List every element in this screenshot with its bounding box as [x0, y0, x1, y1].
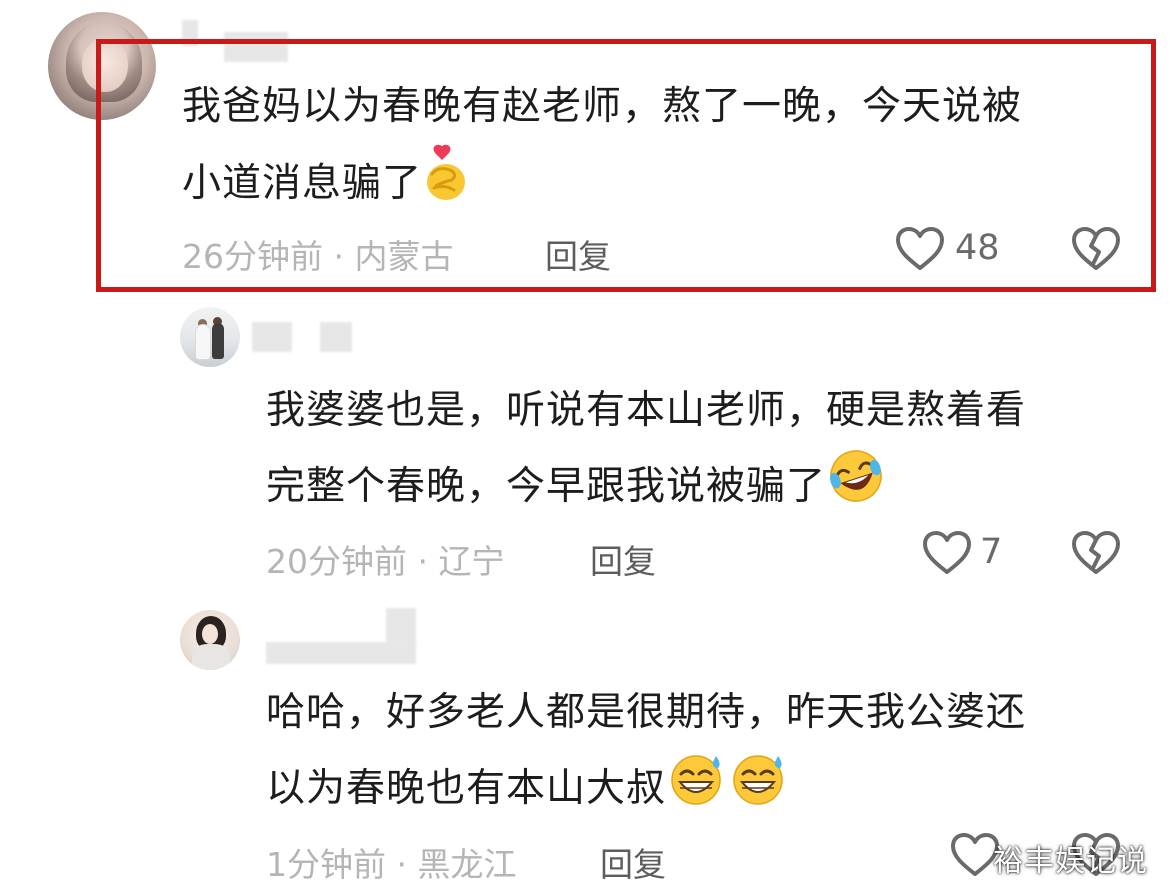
- finger-heart-emoji: [422, 144, 468, 227]
- comment-meta: 20分钟前 · 辽宁: [266, 535, 504, 583]
- broken-heart-icon: [1071, 227, 1121, 276]
- comment-meta: 26分钟前 · 内蒙古: [182, 230, 453, 278]
- comment-location: 内蒙古: [354, 237, 454, 276]
- comment-time: 20分钟前: [266, 542, 407, 581]
- avatar[interactable]: [180, 610, 240, 670]
- username-blurred[interactable]: [386, 608, 416, 644]
- grinning-sweat-emoji: [728, 750, 790, 831]
- comment-time: 1分钟前: [266, 845, 386, 884]
- comment-meta: 1分钟前 · 黑龙江: [266, 838, 516, 886]
- comment-line: 我爸妈以为春晚有赵老师，熬了一晚，今天说被: [182, 84, 1023, 129]
- meta-separator: ·: [323, 237, 355, 276]
- comment-time: 26分钟前: [182, 237, 323, 276]
- meta-separator: ·: [407, 542, 439, 581]
- watermark: 裕丰娱记说: [993, 844, 1148, 879]
- like-count: 48: [955, 228, 1000, 268]
- broken-heart-icon: [1071, 531, 1121, 580]
- reply-button[interactable]: 回复: [590, 535, 656, 583]
- like-button[interactable]: [895, 226, 945, 276]
- rolling-laughing-emoji: [826, 448, 886, 529]
- comment-line: 小道消息骗了: [182, 144, 1022, 227]
- comment-line: 以为春晚也有本山大叔: [266, 750, 1026, 831]
- comment-text: 我爸妈以为春晚有赵老师，熬了一晚，今天说被 小道消息骗了: [182, 70, 1022, 227]
- comment-line: 哈哈，好多老人都是很期待，昨天我公婆还: [266, 690, 1027, 735]
- username-blurred[interactable]: [252, 322, 292, 352]
- grinning-sweat-emoji: [666, 750, 728, 831]
- dislike-button[interactable]: [1071, 226, 1121, 276]
- comment-location: 辽宁: [438, 542, 505, 581]
- heart-outline-icon: [895, 227, 945, 276]
- meta-separator: ·: [386, 845, 418, 884]
- reply-button[interactable]: 回复: [600, 838, 666, 886]
- comment-line: 完整个春晚，今早跟我说被骗了: [266, 448, 1026, 529]
- comment-location: 黑龙江: [417, 845, 517, 884]
- like-count: 7: [980, 532, 1003, 572]
- username-blurred[interactable]: [320, 322, 352, 352]
- comment-text: 我婆婆也是，听说有本山老师，硬是熬着看 完整个春晚，今早跟我说被骗了: [266, 374, 1026, 529]
- heart-outline-icon: [922, 531, 972, 580]
- username-blurred[interactable]: [266, 642, 416, 664]
- reply-button[interactable]: 回复: [545, 230, 611, 278]
- like-button[interactable]: [922, 530, 972, 580]
- dislike-button[interactable]: [1071, 530, 1121, 580]
- avatar[interactable]: [180, 307, 240, 367]
- comment-text: 哈哈，好多老人都是很期待，昨天我公婆还 以为春晚也有本山大叔: [266, 676, 1026, 831]
- comment-line: 我婆婆也是，听说有本山老师，硬是熬着看: [266, 388, 1027, 433]
